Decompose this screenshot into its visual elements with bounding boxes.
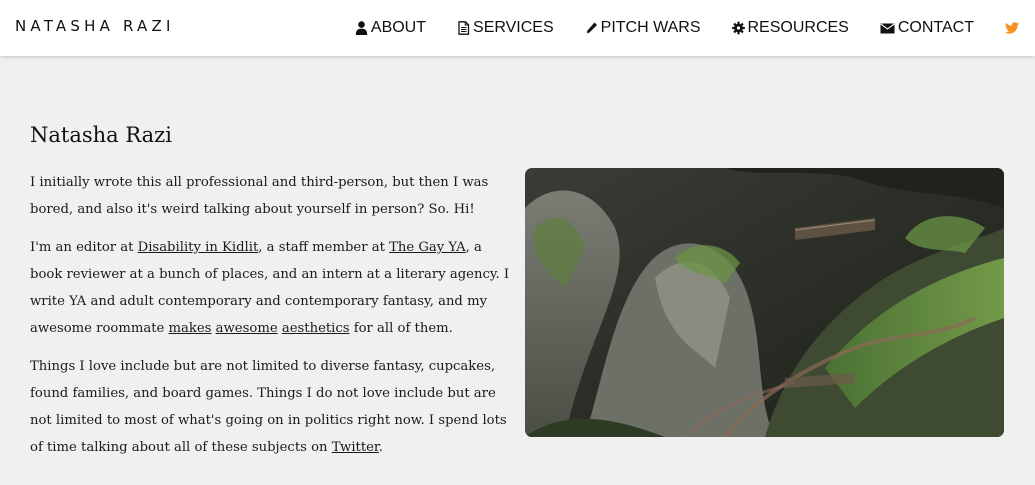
envelope-icon xyxy=(880,21,895,35)
intro-paragraph: I initially wrote this all professional … xyxy=(30,175,489,217)
cave-photo-illustration xyxy=(525,168,1004,437)
cave-photo xyxy=(525,168,1004,437)
nav-contact[interactable]: CONTACT xyxy=(880,19,974,37)
link-aesthetics[interactable]: aesthetics xyxy=(282,321,350,336)
twitter-icon[interactable] xyxy=(1005,21,1019,35)
text-span: , a staff member at xyxy=(258,240,390,255)
text-span: . xyxy=(378,440,383,455)
nav-pitch-wars-label: PITCH WARS xyxy=(600,19,701,36)
text-span: I'm an editor at xyxy=(30,240,138,255)
nav-services-label: SERVICES xyxy=(473,19,554,36)
nav-pitch-wars[interactable]: PITCH WARS xyxy=(585,19,701,37)
work-paragraph: I'm an editor at Disability in Kidlit, a… xyxy=(30,234,510,342)
link-the-gay-ya[interactable]: The Gay YA xyxy=(389,240,466,255)
nav-services[interactable]: SERVICES xyxy=(457,19,554,37)
user-icon xyxy=(355,21,368,35)
main-nav: ABOUT SERVICES PITCH WARS RESOURCES CONT… xyxy=(355,0,1019,56)
document-icon xyxy=(457,21,470,35)
nav-contact-label: CONTACT xyxy=(897,19,974,36)
nav-about[interactable]: ABOUT xyxy=(355,19,426,37)
nav-resources-label: RESOURCES xyxy=(747,19,849,36)
text-span: for all of them. xyxy=(349,321,453,336)
pencil-icon xyxy=(585,21,598,35)
link-awesome[interactable]: awesome xyxy=(216,321,278,336)
interests-paragraph: Things I love include but are not limite… xyxy=(30,353,510,461)
nav-resources[interactable]: RESOURCES xyxy=(731,19,849,37)
gear-icon xyxy=(731,21,745,35)
site-brand[interactable]: NATASHA RAZI xyxy=(15,17,175,35)
top-navbar: NATASHA RAZI ABOUT SERVICES PITCH WARS R… xyxy=(0,0,1035,56)
text-span: Things I love include but are not limite… xyxy=(30,359,507,455)
link-makes[interactable]: makes xyxy=(169,321,212,336)
page-title: Natasha Razi xyxy=(30,123,172,147)
link-disability-in-kidlit[interactable]: Disability in Kidlit xyxy=(138,240,259,255)
link-twitter[interactable]: Twitter xyxy=(332,440,379,455)
nav-about-label: ABOUT xyxy=(370,19,427,36)
about-content: Natasha Razi I initially wrote this all … xyxy=(30,123,510,472)
